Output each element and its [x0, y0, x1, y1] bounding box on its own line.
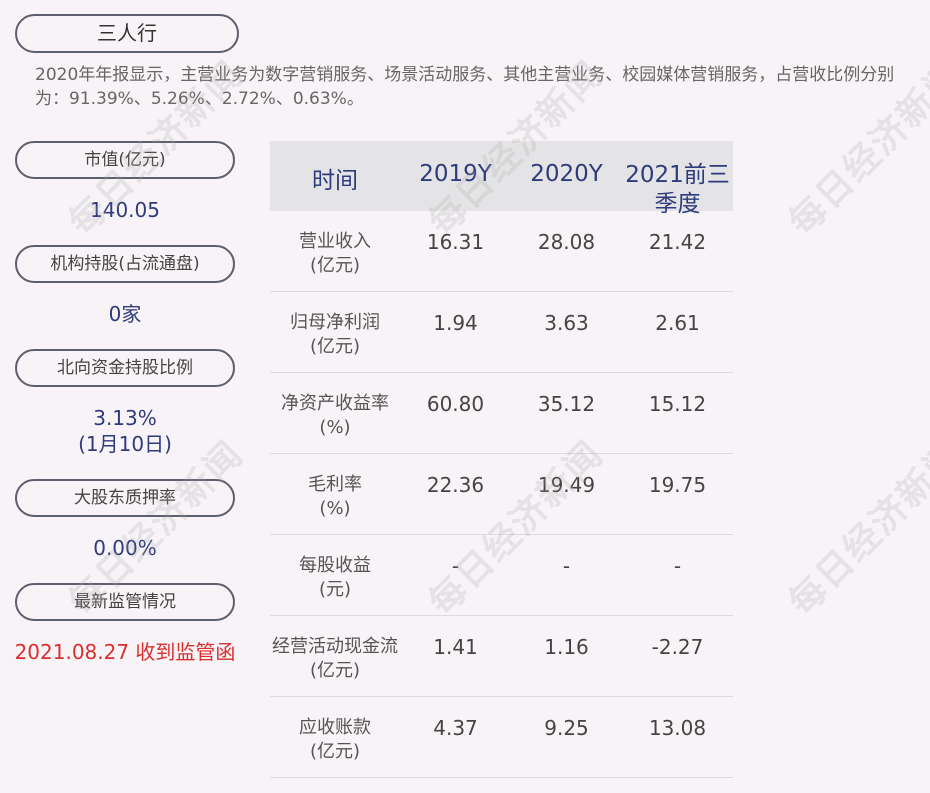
table-row: 毛利率 (%) 22.36 19.49 19.75	[270, 454, 733, 535]
table-body: 营业收入 (亿元) 16.31 28.08 21.42 归母净利润 (亿元) 1.94 3.…	[270, 211, 733, 778]
table-cell: -	[673, 554, 682, 578]
table-cell: 1.94	[433, 311, 478, 335]
table-cell: 13.08	[648, 716, 707, 740]
watermark: 每日经济新闻	[781, 433, 930, 624]
table-cell: 3.63	[544, 311, 589, 335]
table-cell: -	[451, 554, 460, 578]
table-row: 归母净利润 (亿元) 1.94 3.63 2.61	[270, 292, 733, 373]
table-row: 净资产收益率 (%) 60.80 35.12 15.12	[270, 373, 733, 454]
row-label: 每股收益 (元)	[299, 555, 371, 600]
northbound-holding-value: 3.13% (1月10日)	[78, 406, 172, 456]
institution-holding-label: 机构持股(占流通盘)	[15, 245, 235, 283]
row-label: 应收账款 (亿元)	[299, 717, 371, 762]
table-row: 经营活动现金流 (亿元) 1.41 1.16 -2.27	[270, 616, 733, 697]
header-2020: 2020Y	[530, 161, 603, 187]
regulatory-value: 2021.08.27 收到监管函	[14, 640, 236, 664]
pledge-ratio-value: 0.00%	[93, 536, 157, 560]
header-time: 时间	[312, 168, 358, 194]
table-row: 营业收入 (亿元) 16.31 28.08 21.42	[270, 211, 733, 292]
table-cell: 19.49	[537, 473, 596, 497]
table-cell: 1.16	[544, 635, 589, 659]
page: 三人行 2020年年报显示，主营业务为数字营销服务、场景活动服务、其他主营业务、…	[0, 0, 930, 793]
table-row: 应收账款 (亿元) 4.37 9.25 13.08	[270, 697, 733, 778]
table-cell: -2.27	[651, 635, 704, 659]
market-cap-value: 140.05	[90, 198, 160, 222]
pledge-ratio-label: 大股东质押率	[15, 479, 235, 517]
northbound-holding-label: 北向资金持股比例	[15, 349, 235, 387]
table-header: 时间 2019Y 2020Y 2021前三季度	[270, 141, 733, 217]
table-cell: 4.37	[433, 716, 478, 740]
financial-table: 时间 2019Y 2020Y 2021前三季度 营业收入 (亿元) 16.31 28…	[270, 141, 733, 778]
table-cell: 21.42	[648, 230, 707, 254]
business-summary: 2020年年报显示，主营业务为数字营销服务、场景活动服务、其他主营业务、校园媒体…	[35, 65, 895, 109]
table-cell: 22.36	[426, 473, 485, 497]
table-cell: -	[562, 554, 571, 578]
table-cell: 2.61	[655, 311, 700, 335]
table-cell: 16.31	[426, 230, 485, 254]
table-cell: 60.80	[426, 392, 485, 416]
header-2021q3: 2021前三季度	[625, 162, 730, 217]
market-cap-label: 市值(亿元)	[15, 141, 235, 179]
table-row: 每股收益 (元) - - -	[270, 535, 733, 616]
table-cell: 1.41	[433, 635, 478, 659]
institution-holding-value: 0家	[108, 302, 142, 326]
row-label: 营业收入 (亿元)	[299, 231, 371, 276]
table-cell: 15.12	[648, 392, 707, 416]
table-cell: 19.75	[648, 473, 707, 497]
row-label: 毛利率 (%)	[308, 474, 362, 519]
row-label: 经营活动现金流 (亿元)	[272, 636, 398, 681]
header-2019: 2019Y	[419, 161, 492, 187]
row-label: 净资产收益率 (%)	[281, 393, 389, 438]
table-cell: 35.12	[537, 392, 596, 416]
table-cell: 28.08	[537, 230, 596, 254]
company-title: 三人行	[15, 14, 239, 53]
regulatory-label: 最新监管情况	[15, 583, 235, 621]
row-label: 归母净利润 (亿元)	[290, 312, 380, 357]
table-cell: 9.25	[544, 716, 589, 740]
